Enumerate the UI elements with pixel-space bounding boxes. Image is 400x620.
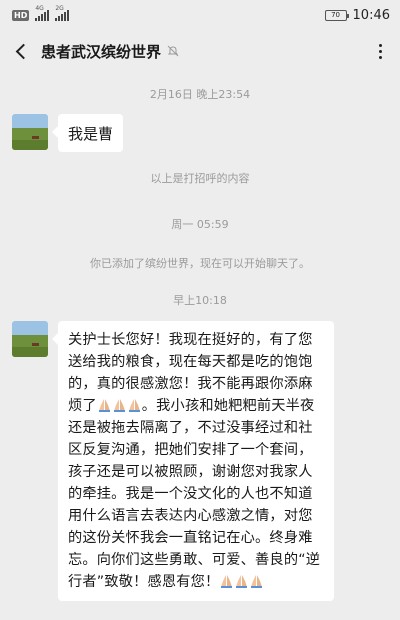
avatar-image [12, 114, 48, 150]
status-time: 10:46 [352, 7, 390, 23]
pray-emoji-icon [221, 575, 233, 588]
pray-emoji-icon [113, 399, 125, 412]
chat-header: 患者武汉缤纷世界 [0, 30, 400, 72]
pray-emoji-icon [236, 575, 248, 588]
avatar[interactable] [12, 321, 48, 357]
greeting-note: 以上是打招呼的内容 [150, 172, 250, 185]
status-bar: HD 4G 2G 70 10:46 [0, 0, 400, 30]
pray-emoji-icon [128, 399, 140, 412]
timestamp: 周一 05:59 [171, 218, 229, 231]
pray-emoji-icon [98, 399, 110, 412]
back-icon[interactable] [15, 43, 32, 59]
message-text: 我是曹 [68, 124, 114, 143]
more-icon[interactable] [373, 40, 388, 63]
added-friend-note: 你已添加了缤纷世界，现在可以开始聊天了。 [90, 257, 310, 270]
signal-icon-1: 4G [35, 5, 50, 21]
timestamp: 早上10:18 [173, 294, 227, 307]
battery-level: 70 [331, 11, 340, 19]
signal-icon-2: 2G [55, 5, 70, 21]
mute-icon [167, 45, 179, 57]
status-left: HD 4G 2G [12, 5, 70, 21]
chat-title: 患者武汉缤纷世界 [41, 42, 162, 61]
message-bubble[interactable]: 关护士长您好！我现在挺好的，有了您送给我的粮食，现在每天都是吃的饱饱的，真的很感… [52, 321, 334, 601]
battery-icon: 70 [324, 9, 349, 21]
message-text-part2: 。我小孩和她粑粑前天半夜还是被拖去隔离了，不过没事经过和社区反复沟通，把她们安排… [68, 398, 321, 590]
avatar-image [12, 321, 48, 357]
status-right: 70 10:46 [324, 7, 390, 23]
timestamp: 2月16日 晚上23:54 [149, 88, 251, 101]
avatar[interactable] [12, 114, 48, 150]
message-bubble[interactable]: 我是曹 [51, 114, 124, 152]
hd-badge: HD [12, 9, 30, 21]
pray-emoji-icon [251, 575, 263, 588]
